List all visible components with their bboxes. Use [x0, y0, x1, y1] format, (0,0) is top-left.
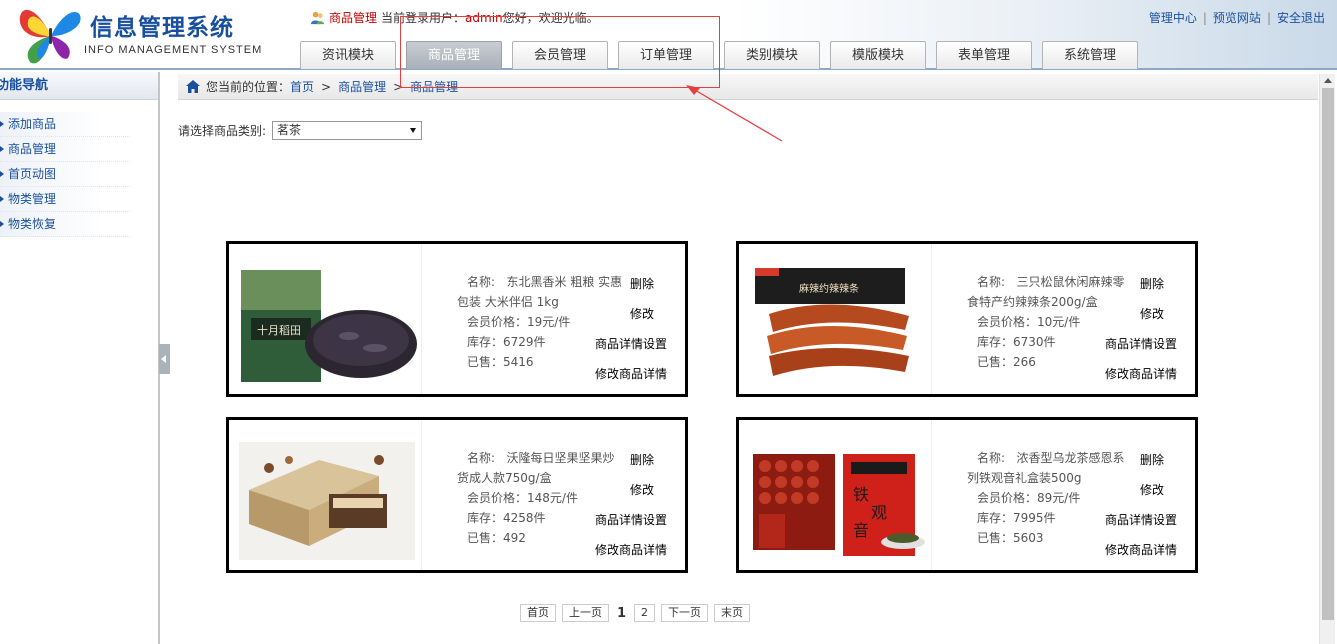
svg-text:十月稻田: 十月稻田: [257, 323, 301, 337]
product-image: 十月稻田: [229, 244, 422, 394]
edit-detail-button[interactable]: 修改商品详情: [595, 538, 691, 568]
edit-button[interactable]: 修改: [595, 478, 691, 508]
svg-text:观: 观: [871, 503, 887, 522]
edit-detail-button[interactable]: 修改商品详情: [595, 362, 691, 392]
product-actions: 删除 修改 商品详情设置 修改商品详情: [595, 272, 691, 392]
svg-text:铁: 铁: [853, 485, 869, 504]
category-select-value: 茗茶: [277, 123, 302, 137]
pagination: 首页 上一页 1 2 下一页 末页: [520, 604, 756, 622]
tab-templates[interactable]: 模版模块: [830, 41, 926, 69]
product-image: [229, 420, 422, 570]
arrow-right-icon: [0, 121, 4, 127]
detail-settings-button[interactable]: 商品详情设置: [1105, 332, 1201, 362]
arrow-right-icon: [0, 146, 4, 152]
sidebar-item-label: 首页动图: [8, 167, 57, 181]
breadcrumb-separator: >: [321, 79, 332, 94]
butterfly-logo-icon: [19, 9, 81, 64]
sidebar-item-add-product[interactable]: 添加商品: [0, 112, 130, 137]
link-separator: |: [1202, 10, 1207, 25]
page-2-button[interactable]: 2: [634, 604, 656, 622]
preview-site-link[interactable]: 预览网站: [1213, 9, 1261, 26]
current-page: 1: [617, 605, 627, 621]
delete-button[interactable]: 删除: [1105, 272, 1201, 302]
product-name-label: 名称:: [467, 451, 496, 465]
product-actions: 删除 修改 商品详情设置 修改商品详情: [1105, 272, 1201, 392]
breadcrumb: 您当前的位置： 首页 > 商品管理 > 商品管理: [178, 74, 1318, 100]
app-title: 信息管理系统: [90, 15, 234, 41]
sidebar-item-category-management[interactable]: 物类管理: [0, 187, 130, 212]
sidebar-item-home-banner[interactable]: 首页动图: [0, 162, 130, 187]
sidebar-item-label: 物类恢复: [8, 217, 57, 231]
scroll-thumb[interactable]: [1322, 88, 1334, 620]
app-subtitle: INFO MANAGEMENT SYSTEM: [84, 44, 263, 56]
nut-gift-box-icon: [239, 442, 415, 560]
product-card: 铁 观 音 名称: 浓香型乌龙茶感恩系列铁观音礼盒装500g 会员价格：89元/…: [736, 417, 1198, 573]
breadcrumb-prefix: 您当前的位置：: [206, 79, 291, 94]
arrow-right-icon: [0, 196, 4, 202]
edit-button[interactable]: 修改: [1105, 478, 1201, 508]
product-actions: 删除 修改 商品详情设置 修改商品详情: [595, 448, 691, 568]
link-separator: |: [1266, 10, 1271, 25]
breadcrumb-home[interactable]: 首页: [290, 74, 314, 100]
users-icon: [310, 11, 325, 25]
home-icon: [186, 80, 200, 93]
product-actions: 删除 修改 商品详情设置 修改商品详情: [1105, 448, 1201, 568]
black-rice-package-icon: 十月稻田: [241, 270, 417, 382]
current-module-label: 商品管理: [329, 11, 378, 25]
sidebar-item-product-management[interactable]: 商品管理: [0, 137, 130, 162]
last-page-button[interactable]: 末页: [714, 604, 751, 622]
sidebar-item-label: 添加商品: [8, 117, 57, 131]
product-card: 麻辣约辣辣条 名称: 三只松鼠休闲麻辣零食特产约辣辣条200g/盒 会员价格：1…: [736, 241, 1198, 397]
sidebar-menu: 添加商品 商品管理 首页动图 物类管理 物类恢复: [0, 112, 158, 237]
oolong-tea-box-icon: 铁 观 音: [753, 454, 925, 556]
scroll-up-arrow-icon[interactable]: [1324, 78, 1332, 83]
edit-button[interactable]: 修改: [595, 302, 691, 332]
top-links: 管理中心 | 预览网站 | 安全退出: [1149, 9, 1325, 26]
tab-categories[interactable]: 类别模块: [724, 41, 820, 69]
detail-settings-button[interactable]: 商品详情设置: [595, 508, 691, 538]
sidebar-title: 功能导航: [0, 72, 158, 100]
svg-text:麻辣约辣辣条: 麻辣约辣辣条: [799, 282, 859, 295]
sidebar-item-category-restore[interactable]: 物类恢复: [0, 212, 130, 237]
detail-settings-button[interactable]: 商品详情设置: [595, 332, 691, 362]
category-filter: 请选择商品类别: 茗茶: [178, 121, 423, 140]
sidebar-item-label: 物类管理: [8, 192, 57, 206]
chevron-left-icon: [161, 355, 166, 363]
prev-page-button[interactable]: 上一页: [562, 604, 609, 622]
edit-button[interactable]: 修改: [1105, 302, 1201, 332]
detail-settings-button[interactable]: 商品详情设置: [1105, 508, 1201, 538]
svg-text:音: 音: [853, 521, 869, 540]
arrow-right-icon: [0, 171, 4, 177]
spicy-strips-icon: 麻辣约辣辣条: [755, 268, 909, 376]
product-card: 十月稻田 名称: 东北黑香米 粗粮 实惠包装 大米伴侣 1kg 会员价格：19元…: [226, 241, 688, 397]
product-name-label: 名称:: [977, 275, 1006, 289]
delete-button[interactable]: 删除: [595, 272, 691, 302]
sidebar-collapse-handle[interactable]: [159, 344, 170, 374]
edit-detail-button[interactable]: 修改商品详情: [1105, 538, 1201, 568]
edit-detail-button[interactable]: 修改商品详情: [1105, 362, 1201, 392]
product-card: 名称: 沃隆每日坚果坚果炒货成人款750g/盒 会员价格：148元/件 库存：4…: [226, 417, 688, 573]
category-filter-label: 请选择商品类别:: [178, 124, 267, 138]
tab-news[interactable]: 资讯模块: [300, 41, 396, 69]
category-select[interactable]: 茗茶: [272, 121, 423, 140]
first-page-button[interactable]: 首页: [520, 604, 556, 622]
delete-button[interactable]: 删除: [1105, 448, 1201, 478]
dropdown-arrow-icon: [410, 128, 417, 133]
breadcrumb-module[interactable]: 商品管理: [338, 74, 386, 100]
product-name-label: 名称:: [467, 275, 496, 289]
sidebar-item-label: 商品管理: [8, 142, 57, 156]
tab-system[interactable]: 系统管理: [1042, 41, 1138, 69]
admin-center-link[interactable]: 管理中心: [1149, 9, 1197, 26]
arrow-right-icon: [0, 221, 4, 227]
next-page-button[interactable]: 下一页: [661, 604, 709, 622]
product-image: 铁 观 音: [739, 420, 932, 570]
product-image: 麻辣约辣辣条: [739, 244, 932, 394]
vertical-scrollbar[interactable]: [1319, 74, 1335, 644]
annotation-highlight-box: [400, 16, 720, 88]
logout-link[interactable]: 安全退出: [1277, 9, 1325, 26]
delete-button[interactable]: 删除: [595, 448, 691, 478]
tab-forms[interactable]: 表单管理: [936, 41, 1032, 69]
product-name-label: 名称:: [977, 451, 1006, 465]
sidebar: 功能导航 添加商品 商品管理 首页动图 物类管理 物类恢复: [0, 72, 160, 644]
